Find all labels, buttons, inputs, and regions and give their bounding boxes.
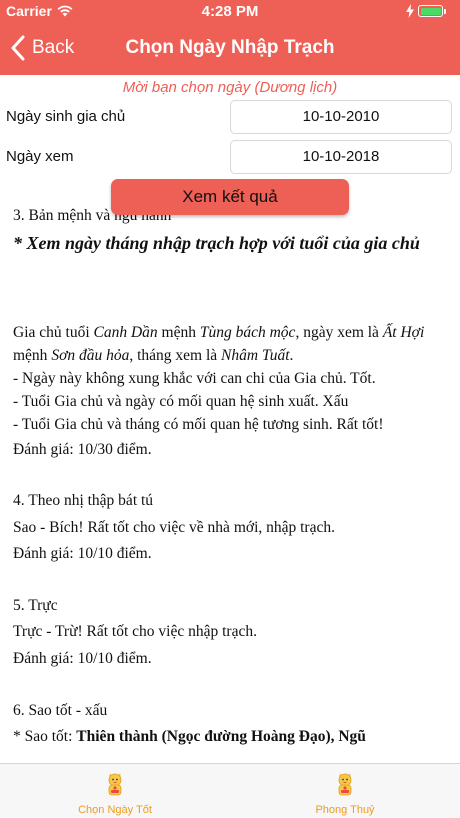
text-run: , ngày xem là [295, 324, 383, 341]
section-4-body: Sao - Bích! Rất tốt cho việc về nhà mới,… [13, 519, 335, 536]
section-5-body: Trực - Trừ! Rất tốt cho việc nhập trạch. [13, 623, 257, 640]
analysis-line: - Tuổi Gia chủ và tháng có mối quan hệ t… [13, 416, 384, 433]
age-analysis-paragraph: Gia chủ tuổi Canh Dần mệnh Tùng bách mộc… [13, 321, 453, 367]
result-heading: * Xem ngày tháng nhập trạch hợp với tuổi… [13, 233, 420, 253]
view-date-label: Ngày xem [6, 148, 74, 165]
owner-age: Canh Dần [93, 324, 158, 341]
battery-level [420, 7, 441, 15]
tab-label: Phong Thuỷ [315, 804, 375, 816]
text-run: Gia chủ tuổi [13, 324, 94, 341]
charging-icon [406, 4, 414, 18]
good-stars: Thiên thành (Ngọc đường Hoàng Đạo), Ngũ [76, 728, 366, 745]
section-6-body: * Sao tốt: Thiên thành (Ngọc đường Hoàng… [13, 725, 453, 748]
text-run: * Sao tốt: [13, 728, 77, 745]
lucky-cat-icon [108, 773, 122, 796]
view-date-field[interactable]: 10-10-2018 [230, 140, 452, 174]
analysis-line: - Tuổi Gia chủ và ngày có mối quan hệ si… [13, 393, 349, 410]
section-6-title: 6. Sao tốt - xấu [13, 702, 108, 719]
birth-date-field[interactable]: 10-10-2010 [230, 100, 452, 134]
text-run: mệnh [13, 347, 52, 364]
section-4-title: 4. Theo nhị thập bát tú [13, 492, 154, 509]
clock: 4:28 PM [201, 3, 259, 20]
day-name: Ất Hợi [382, 324, 425, 341]
tab-bar: Chọn Ngày Tốt Phong Thuỷ [0, 763, 460, 818]
analysis-line: - Ngày này không xung khắc với can chi c… [13, 370, 376, 387]
section-5-score: Đánh giá: 10/10 điểm. [13, 650, 152, 667]
owner-element: Tùng bách mộc [199, 324, 296, 341]
status-bar: Carrier 4:28 PM [0, 0, 460, 24]
text-run: mệnh [157, 324, 200, 341]
birth-date-label: Ngày sinh gia chủ [6, 108, 126, 125]
tab-choose-good-day[interactable]: Chọn Ngày Tốt [0, 764, 230, 818]
navigation-bar: Carrier 4:28 PM Back Chọn Ngày Nhập Trạc… [0, 0, 460, 75]
day-element: Sơn đầu hỏa [51, 347, 130, 364]
date-prompt: Mời bạn chọn ngày (Dương lịch) [122, 79, 338, 96]
battery-tip [444, 9, 446, 14]
age-score: Đánh giá: 10/30 điểm. [13, 441, 152, 458]
page-title: Chọn Ngày Nhập Trạch [125, 37, 335, 58]
section-4-score: Đánh giá: 10/10 điểm. [13, 545, 152, 562]
lucky-cat-icon [338, 773, 352, 796]
tab-feng-shui[interactable]: Phong Thuỷ [230, 764, 460, 818]
view-result-button[interactable]: Xem kết quả [111, 179, 349, 215]
battery-icon [418, 5, 443, 17]
tab-label: Chọn Ngày Tốt [78, 804, 152, 816]
text-run: , tháng xem là [129, 347, 222, 364]
text-run: . [289, 347, 294, 364]
result-content[interactable]: 3. Bản mệnh và ngũ hành * Xem ngày tháng… [0, 206, 460, 763]
month-name: Nhâm Tuất [221, 347, 290, 364]
section-5-title: 5. Trực [13, 597, 58, 614]
